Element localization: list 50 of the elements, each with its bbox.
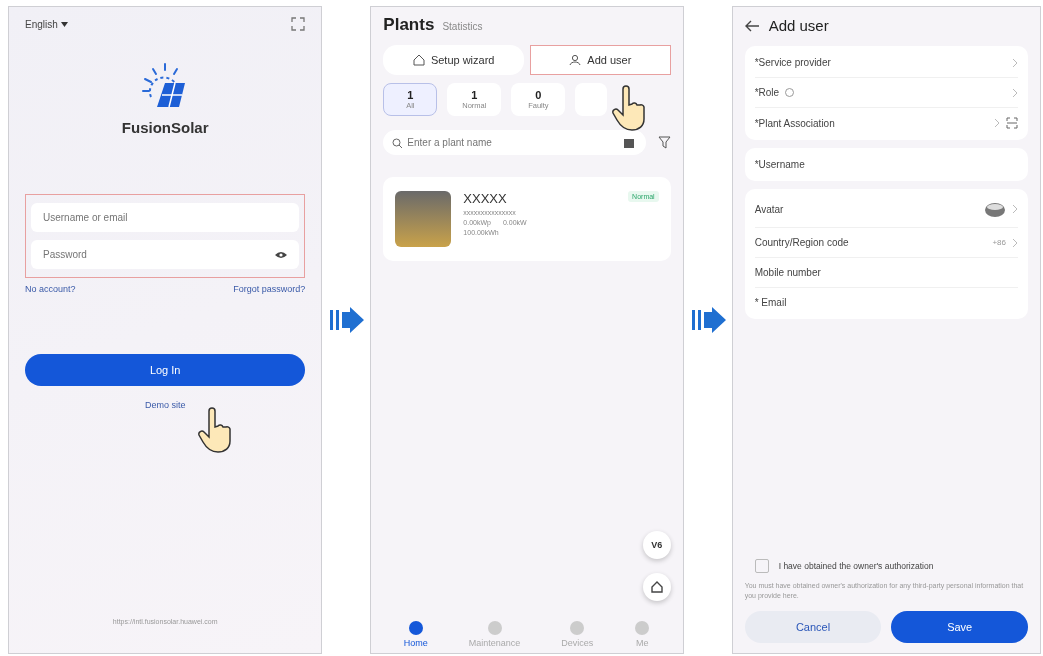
next-step-arrow-icon xyxy=(691,307,726,333)
chevron-icon xyxy=(1012,204,1018,214)
filter-icon[interactable] xyxy=(657,136,671,149)
username-field[interactable]: Username or email xyxy=(31,203,300,232)
house-icon xyxy=(412,54,425,66)
form-row[interactable]: * Email xyxy=(754,288,1018,317)
form-row[interactable]: *Username xyxy=(754,150,1018,179)
save-button[interactable]: Save xyxy=(891,611,1028,643)
eye-icon[interactable] xyxy=(275,251,288,259)
authorization-checkbox[interactable] xyxy=(754,559,769,574)
avatar-icon xyxy=(984,200,1006,218)
search-icon xyxy=(392,138,404,149)
action-button[interactable]: Setup wizard xyxy=(383,45,524,75)
nav-icon xyxy=(569,620,586,636)
form-row[interactable]: Country/Region code +86 xyxy=(754,228,1018,258)
house-icon xyxy=(650,581,663,593)
back-icon[interactable] xyxy=(744,19,759,32)
form-row[interactable]: *Service provider xyxy=(754,48,1018,78)
home-plus-button[interactable] xyxy=(642,573,671,601)
login-button[interactable]: Log In xyxy=(25,354,306,386)
app-name: FusionSolar xyxy=(121,119,209,136)
photo-placeholder xyxy=(395,191,452,247)
chevron-icon xyxy=(1012,87,1018,98)
nav-icon xyxy=(407,620,424,636)
nav-item[interactable]: Home xyxy=(397,619,434,649)
chevron-icon xyxy=(1012,237,1018,248)
user-icon xyxy=(569,54,582,66)
password-field[interactable]: Password xyxy=(31,240,300,269)
login-link[interactable]: Forgot password? xyxy=(233,284,306,294)
plant-name: XXXXX xyxy=(463,191,507,206)
chevron-icon xyxy=(994,118,1000,128)
nav-icon xyxy=(634,620,651,636)
demo-site-link[interactable]: Demo site xyxy=(144,400,186,410)
next-step-arrow-icon xyxy=(330,307,365,333)
cancel-button[interactable]: Cancel xyxy=(744,611,882,643)
action-button[interactable]: Add user xyxy=(530,45,671,75)
form-row[interactable]: Avatar xyxy=(754,191,1018,228)
form-row[interactable]: *Role xyxy=(754,78,1018,108)
form-row[interactable]: *Plant Association xyxy=(754,108,1018,138)
login-link[interactable]: No account? xyxy=(25,284,76,294)
form-row[interactable]: Mobile number xyxy=(754,258,1018,288)
authorization-label: I have obtained the owner's authorization xyxy=(778,561,934,572)
language-selector[interactable]: English xyxy=(25,18,68,30)
version-button[interactable]: V6 xyxy=(642,531,671,559)
caret-icon[interactable] xyxy=(60,21,68,27)
nav-icon xyxy=(486,620,503,636)
page-title: Add user xyxy=(768,17,829,34)
tab[interactable]: Plants xyxy=(383,15,435,35)
search-field[interactable]: Enter a plant name xyxy=(383,130,646,155)
chevron-icon xyxy=(1012,57,1018,68)
